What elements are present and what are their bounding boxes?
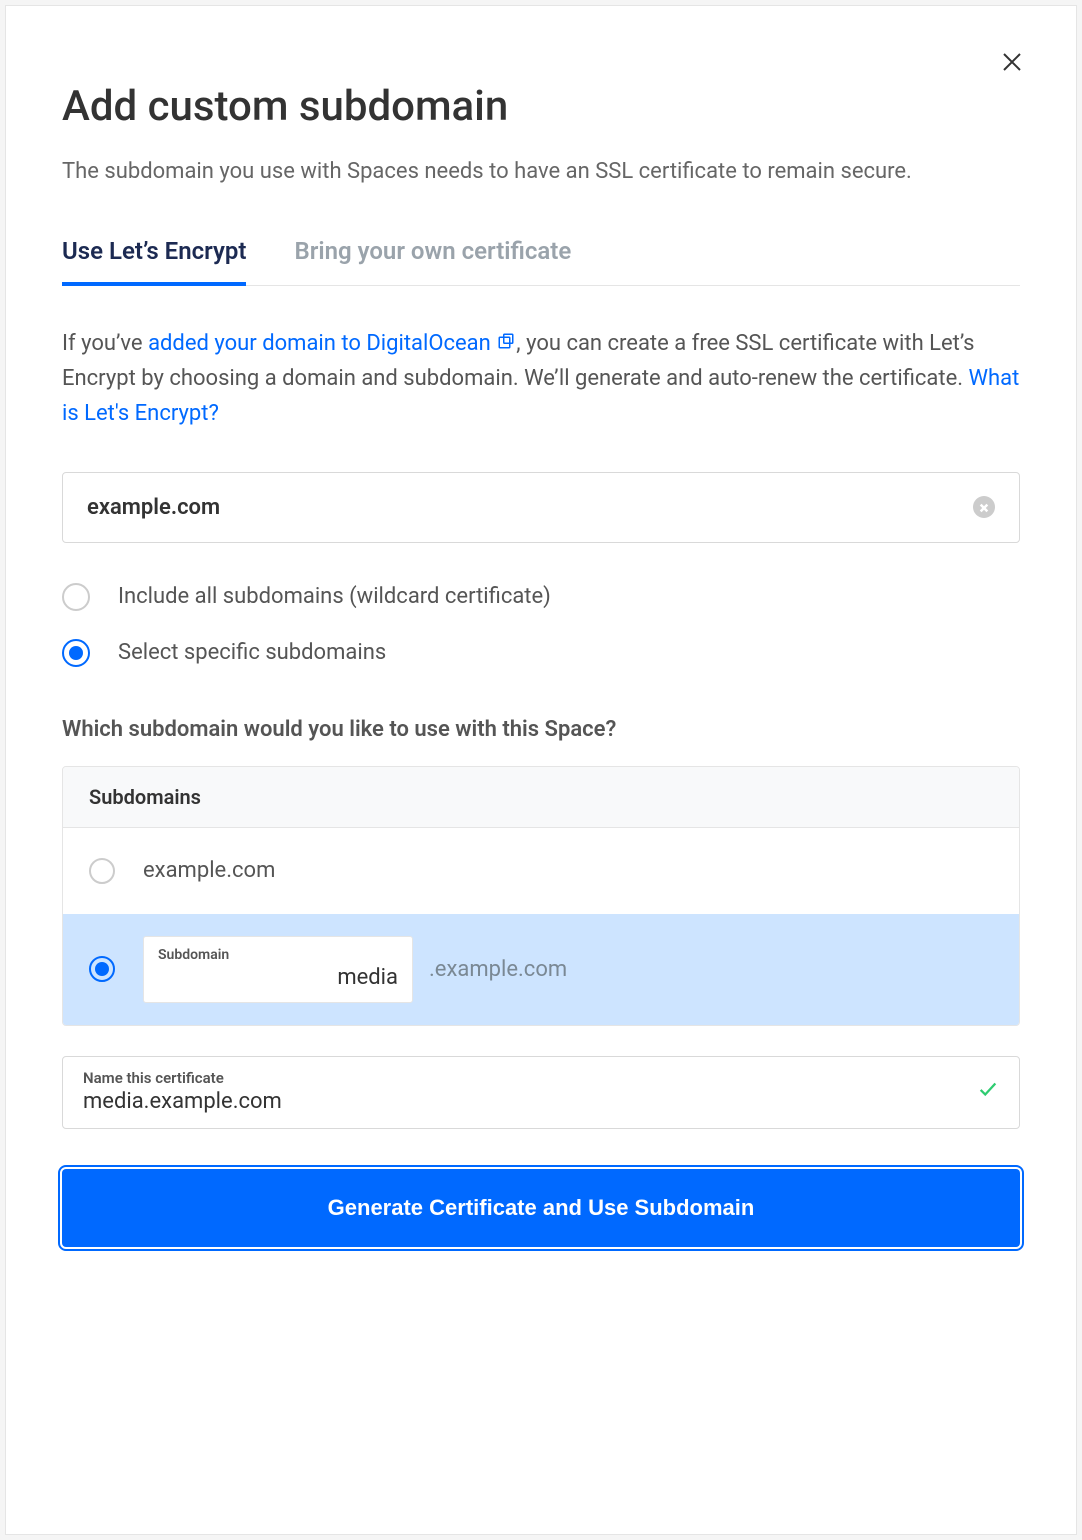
- close-button[interactable]: [996, 48, 1028, 80]
- clear-icon: [979, 498, 989, 517]
- subdomain-table-header: Subdomains: [63, 767, 1019, 828]
- link-added-domain[interactable]: added your domain to DigitalOcean: [148, 331, 516, 356]
- close-icon: [1000, 50, 1024, 78]
- lets-encrypt-description: If you’ve added your domain to DigitalOc…: [62, 326, 1020, 432]
- certificate-name-input[interactable]: Name this certificate media.example.com: [62, 1056, 1020, 1129]
- desc-part1: If you’ve: [62, 331, 148, 356]
- radio-icon: [89, 858, 115, 884]
- domain-input-value: example.com: [87, 495, 220, 520]
- radio-icon: [62, 639, 90, 667]
- subdomain-row-custom[interactable]: Subdomain media .example.com: [63, 914, 1019, 1025]
- cert-method-tabs: Use Let’s Encrypt Bring your own certifi…: [62, 237, 1020, 286]
- radio-wildcard[interactable]: Include all subdomains (wildcard certifi…: [62, 583, 1020, 611]
- external-link-icon: [496, 326, 516, 361]
- subdomain-input[interactable]: Subdomain media: [143, 936, 413, 1003]
- cert-name-value: media.example.com: [83, 1089, 977, 1114]
- modal-title: Add custom subdomain: [62, 82, 1020, 131]
- domain-input[interactable]: example.com: [62, 472, 1020, 543]
- subdomain-input-label: Subdomain: [158, 947, 398, 963]
- clear-domain-button[interactable]: [973, 496, 995, 518]
- radio-wildcard-label: Include all subdomains (wildcard certifi…: [118, 584, 551, 609]
- tab-lets-encrypt[interactable]: Use Let’s Encrypt: [62, 237, 246, 285]
- modal-subtitle: The subdomain you use with Spaces needs …: [62, 155, 1020, 189]
- add-subdomain-modal: Add custom subdomain The subdomain you u…: [5, 5, 1077, 1535]
- subdomain-input-group: Subdomain media .example.com: [143, 936, 567, 1003]
- checkmark-icon: [977, 1078, 999, 1104]
- subdomain-input-value: media: [158, 965, 398, 990]
- subdomain-suffix: .example.com: [429, 957, 567, 982]
- subdomain-row-apex[interactable]: example.com: [63, 828, 1019, 914]
- cert-name-label: Name this certificate: [83, 1069, 977, 1087]
- radio-specific-label: Select specific subdomains: [118, 640, 386, 665]
- tab-byoc[interactable]: Bring your own certificate: [294, 237, 571, 285]
- generate-certificate-button[interactable]: Generate Certificate and Use Subdomain: [62, 1169, 1020, 1247]
- subdomain-question: Which subdomain would you like to use wi…: [62, 717, 1020, 742]
- radio-specific[interactable]: Select specific subdomains: [62, 639, 1020, 667]
- subdomain-table: Subdomains example.com Subdomain media .…: [62, 766, 1020, 1026]
- radio-icon: [62, 583, 90, 611]
- apex-domain-label: example.com: [143, 858, 275, 883]
- radio-icon: [89, 956, 115, 982]
